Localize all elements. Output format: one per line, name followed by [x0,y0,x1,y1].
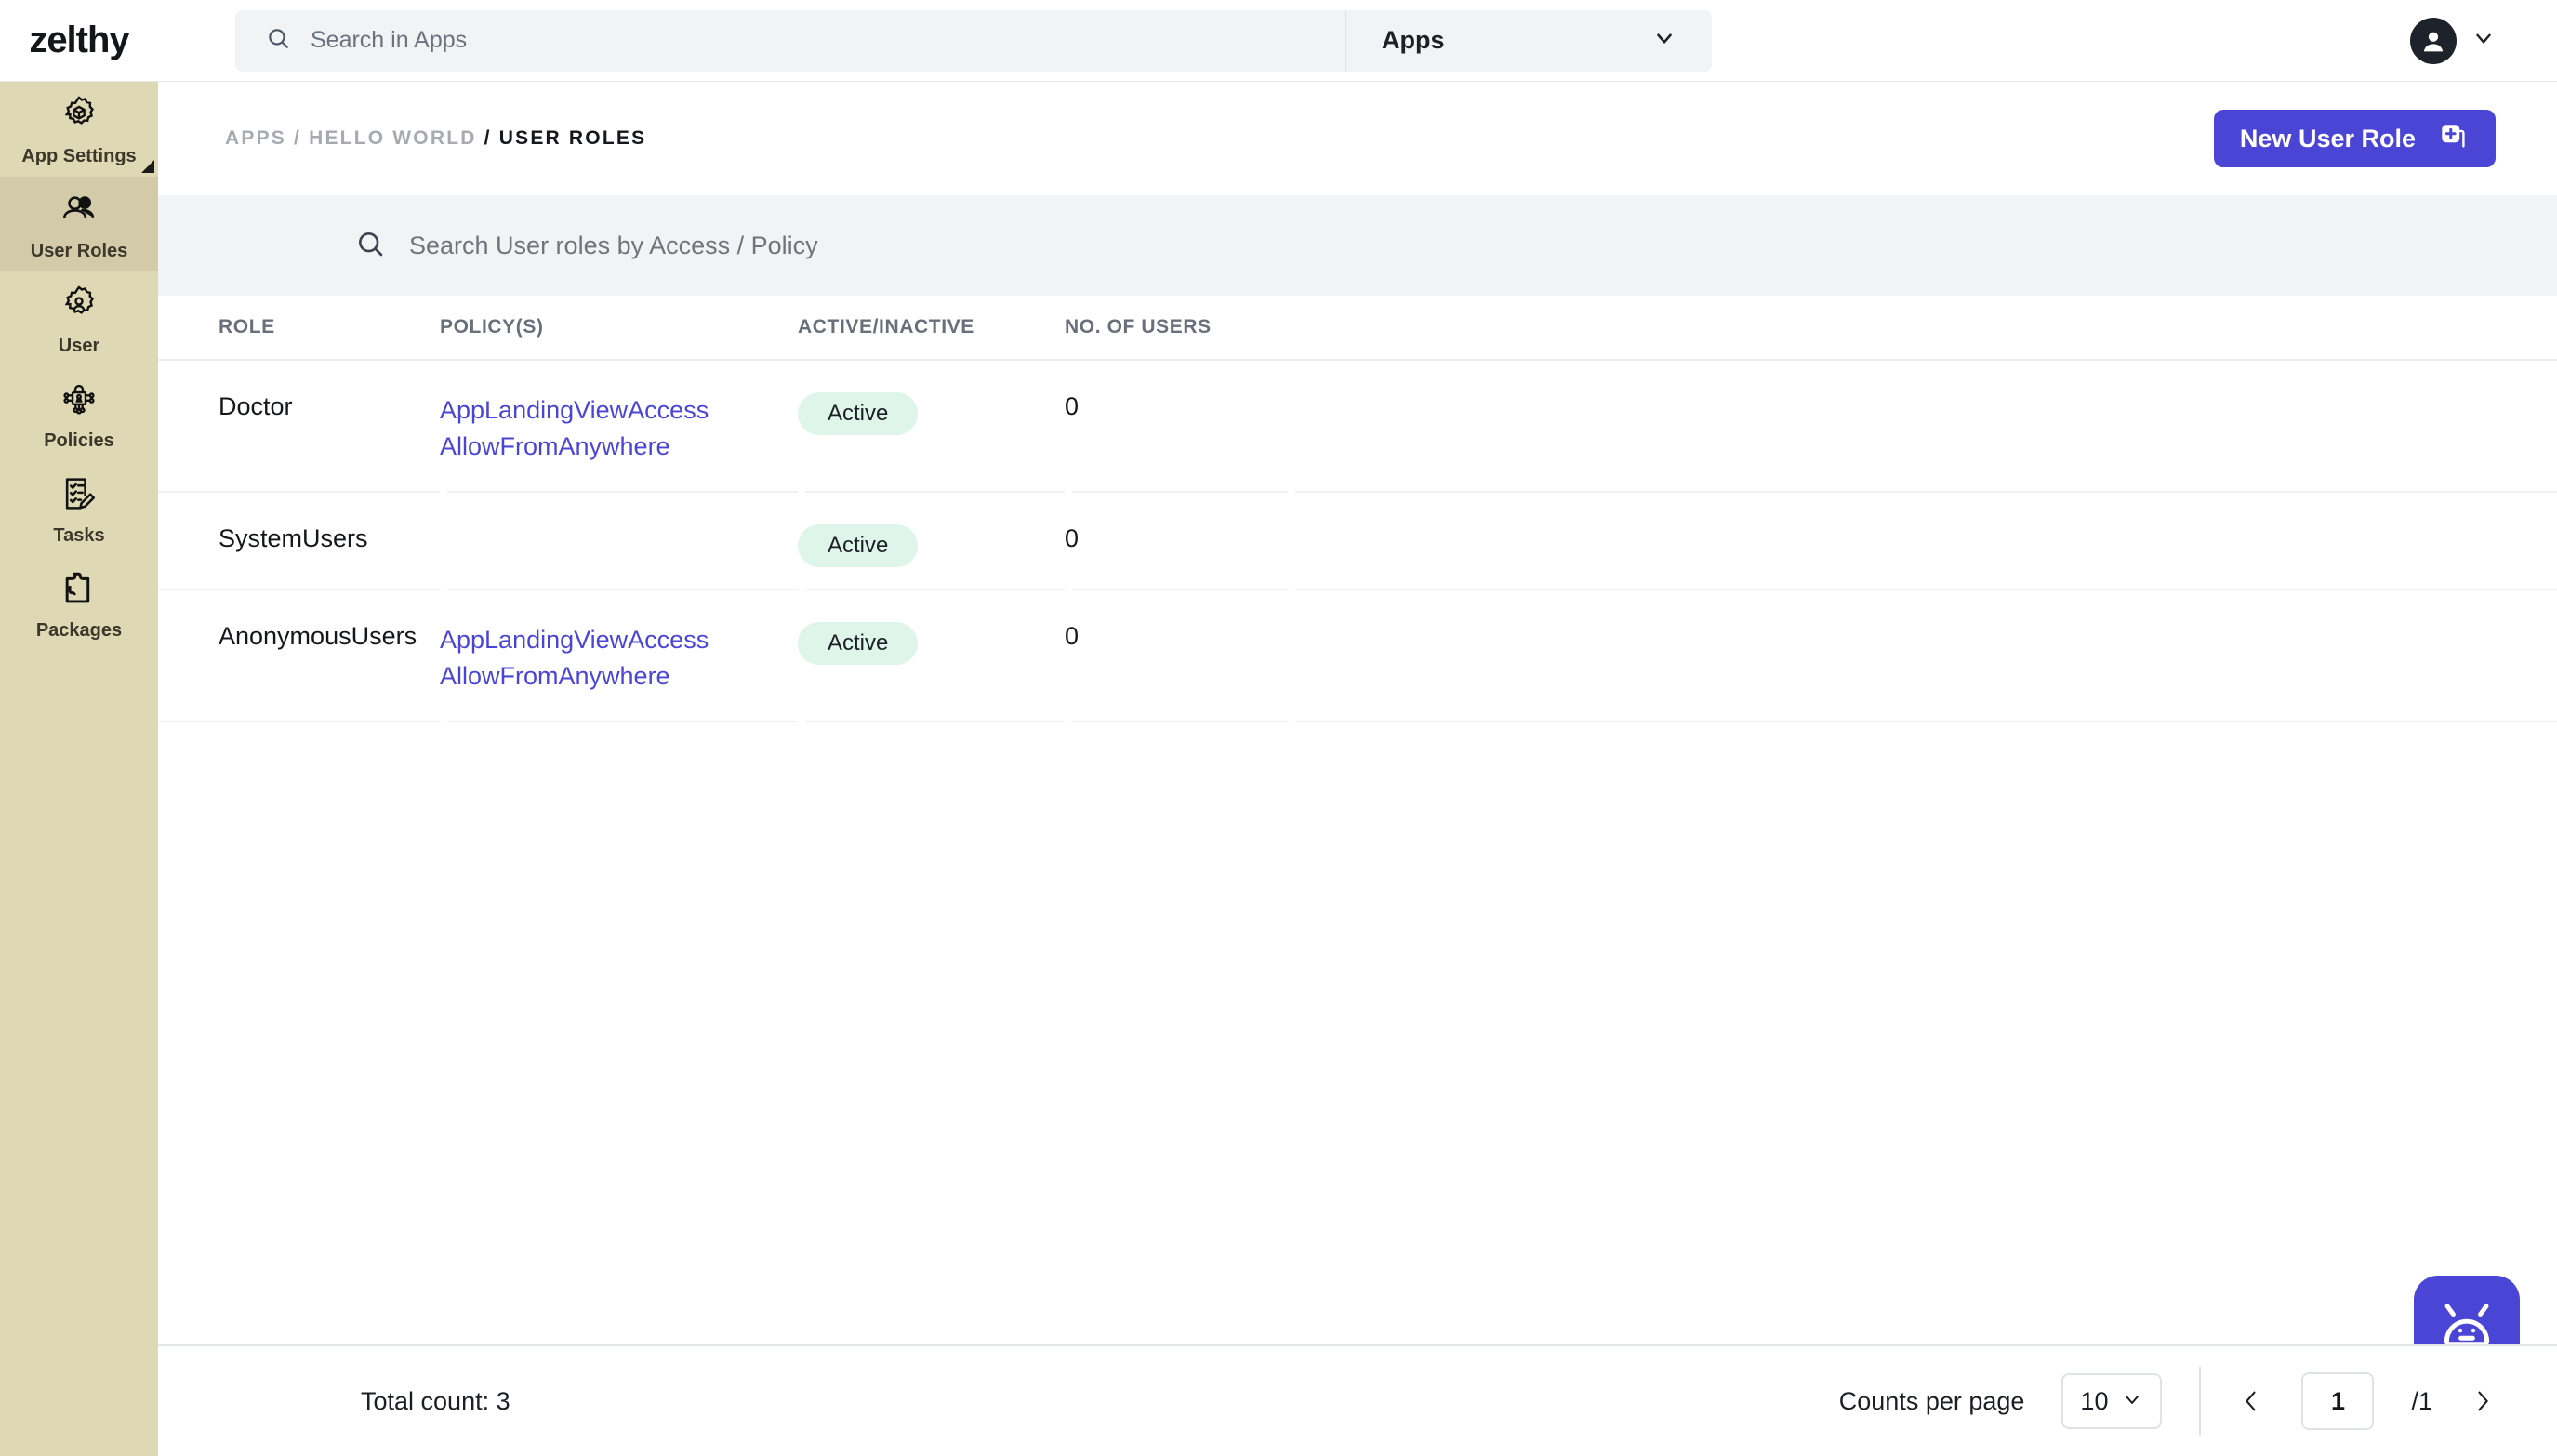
sidebar-item-label: Policies [44,430,114,451]
user-avatar-icon [2410,17,2457,64]
global-search-field-wrap [235,9,1346,72]
breadcrumb-current: USER ROLES [498,127,647,149]
app-logo[interactable]: zelthy [0,20,158,61]
cell-role: SystemUsers [219,524,368,552]
sidebar-item-label: App Settings [21,145,137,166]
cell-user-count: 0 [1065,392,1080,420]
page-header: APPS / HELLO WORLD / USER ROLES New User… [158,82,2557,195]
breadcrumb: APPS / HELLO WORLD / USER ROLES [225,127,646,150]
prev-page-button[interactable] [2238,1388,2264,1414]
search-icon [355,229,385,263]
sidebar-item-user[interactable]: User [0,271,158,366]
sidebar-item-packages[interactable]: Packages [0,556,158,651]
cell-user-count: 0 [1065,622,1080,650]
checklist-pencil-icon [59,473,99,519]
total-count-label: Total count: 3 [361,1386,510,1415]
global-search-bar: Apps [235,9,1712,72]
table-row[interactable]: Doctor AppLandingViewAccess AllowFromAny… [158,361,2557,493]
row-separator [158,721,2557,722]
cell-status: Active [798,524,1065,567]
sidebar-item-tasks[interactable]: Tasks [0,461,158,556]
chevron-down-icon [2121,1388,2143,1415]
column-header-status: ACTIVE/INACTIVE [798,316,974,338]
search-scope-select[interactable]: Apps [1346,10,1712,72]
status-badge: Active [798,392,919,435]
chevron-down-icon [1652,26,1676,55]
policy-link[interactable]: AllowFromAnywhere [440,429,798,465]
main-content: APPS / HELLO WORLD / USER ROLES New User… [158,82,2557,1456]
next-page-button[interactable] [2470,1388,2496,1414]
account-menu[interactable] [2410,17,2496,64]
lock-network-icon [59,378,99,424]
new-user-role-label: New User Role [2239,124,2416,152]
footer-divider [2199,1367,2202,1436]
current-page-input[interactable]: 1 [2301,1372,2375,1430]
users-icon [59,189,99,234]
policy-link[interactable]: AppLandingViewAccess [440,622,798,658]
sidebar-item-label: Tasks [53,524,105,546]
global-search-input[interactable] [311,27,1287,54]
sidebar-nav: App Settings User Roles User Policies Ta… [0,82,158,1456]
new-user-role-button[interactable]: New User Role [2213,110,2496,167]
status-badge: Active [798,524,919,567]
puzzle-piece-icon [59,568,99,614]
policy-link[interactable]: AppLandingViewAccess [440,392,798,429]
cell-status: Active [798,392,1065,435]
total-pages-label: /1 [2411,1386,2432,1415]
table-search-bar [158,195,2557,296]
user-roles-table: ROLE POLICY(S) ACTIVE/INACTIVE NO. OF US… [158,296,2557,722]
search-icon [266,26,290,55]
column-header-policies: POLICY(S) [440,316,544,338]
cell-policies: AppLandingViewAccess AllowFromAnywhere [440,392,798,465]
sidebar-item-label: User Roles [30,240,128,261]
top-bar: zelthy Apps [0,0,2557,82]
table-row[interactable]: SystemUsers Active 0 [158,493,2557,590]
column-header-users: NO. OF USERS [1065,316,1212,338]
search-scope-label: Apps [1382,26,1445,54]
gear-user-icon [59,284,99,329]
sidebar-item-label: User [58,335,100,356]
counts-per-page-label: Counts per page [1838,1386,2025,1415]
breadcrumb-separator: / [484,127,492,149]
sidebar-item-app-settings[interactable]: App Settings [0,82,158,177]
sidebar-item-label: Packages [35,619,123,641]
corner-marker-icon [141,160,154,173]
gear-cube-icon [59,94,99,139]
cell-role: AnonymousUsers [219,622,417,650]
sidebar-item-user-roles[interactable]: User Roles [0,177,158,271]
table-row[interactable]: AnonymousUsers AppLandingViewAccess Allo… [158,590,2557,722]
policy-link[interactable]: AllowFromAnywhere [440,658,798,695]
cell-policies: AppLandingViewAccess AllowFromAnywhere [440,622,798,695]
table-footer: Total count: 3 Counts per page 10 1 /1 [158,1344,2557,1456]
plus-square-icon [2436,119,2470,159]
sidebar-item-policies[interactable]: Policies [0,366,158,461]
table-search-input[interactable] [409,231,1711,260]
counts-per-page-select[interactable]: 10 [2061,1373,2163,1429]
cell-role: Doctor [219,392,293,420]
pagination-controls: Counts per page 10 1 /1 [1839,1367,2496,1436]
cell-status: Active [798,622,1065,665]
breadcrumb-trail[interactable]: APPS / HELLO WORLD [225,127,477,149]
status-badge: Active [798,622,919,665]
cell-user-count: 0 [1065,524,1080,552]
counts-per-page-value: 10 [2080,1386,2109,1415]
column-header-role: ROLE [219,316,275,338]
chevron-down-icon [2471,26,2496,55]
table-header-row: ROLE POLICY(S) ACTIVE/INACTIVE NO. OF US… [158,296,2557,361]
